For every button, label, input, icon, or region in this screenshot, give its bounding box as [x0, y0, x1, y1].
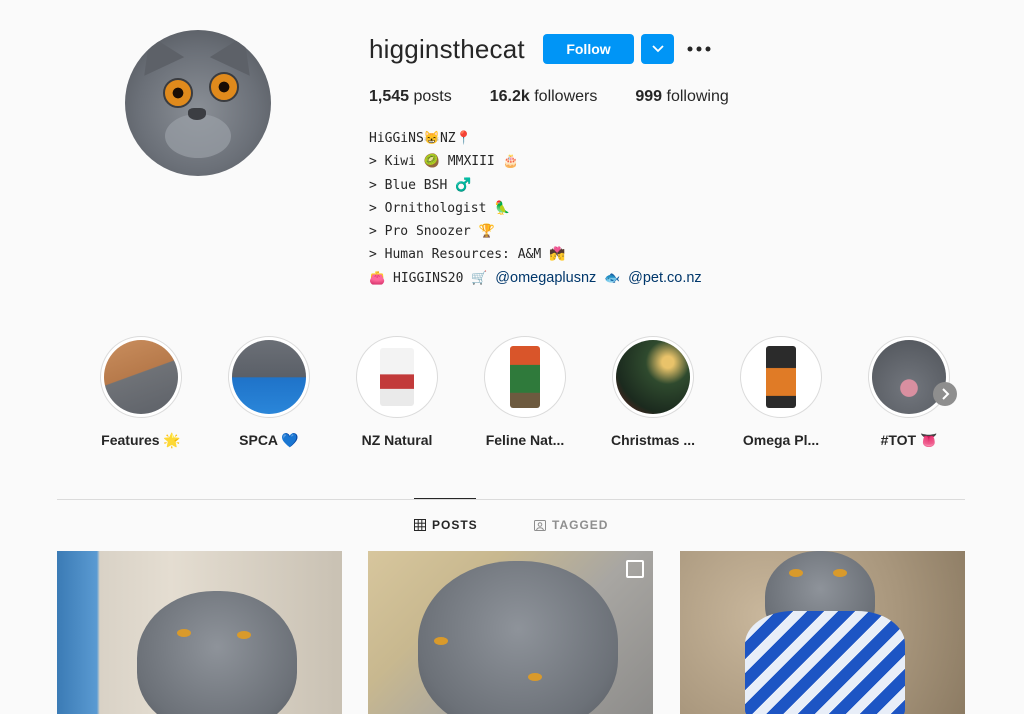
chevron-down-icon: [651, 45, 664, 53]
story-highlights: Features 🌟 SPCA 💙 NZ Natural Feline Nat.…: [96, 336, 976, 456]
highlight-features[interactable]: Features 🌟: [86, 336, 196, 449]
highlight-label: Christmas ...: [610, 432, 696, 448]
highlight-ring: [868, 336, 950, 418]
highlight-label: NZ Natural: [361, 432, 433, 448]
highlight-label: Omega Pl...: [742, 432, 820, 448]
profile-avatar[interactable]: [125, 30, 271, 176]
bio-line: 👛 HIGGINS20 🛒 @omegaplusnz 🐟 @pet.co.nz: [369, 267, 702, 290]
highlight-ring: [484, 336, 566, 418]
highlight-thumbnail: [616, 340, 690, 414]
highlight-thumbnail: [744, 340, 818, 414]
highlight-spca[interactable]: SPCA 💙: [214, 336, 324, 449]
highlight-ring: [100, 336, 182, 418]
highlight-ring: [612, 336, 694, 418]
highlight-label: #TOT 👅: [880, 432, 938, 448]
highlight-omega-plus[interactable]: Omega Pl...: [726, 336, 836, 448]
tab-tagged[interactable]: TAGGED: [534, 518, 608, 532]
bio-line: > Pro Snoozer 🏆: [369, 224, 495, 240]
more-options-button[interactable]: [686, 38, 712, 60]
cat-eye: [434, 637, 448, 645]
active-tab-indicator: [414, 498, 476, 499]
post-thumbnail[interactable]: [57, 551, 342, 714]
blue-scarf: [745, 611, 905, 714]
cat-photo: [418, 561, 618, 714]
profile-bio: HiGGiNS😸NZ📍 > Kiwi 🥝 MMXIII 🎂 > Blue BSH…: [369, 127, 702, 290]
cat-eye: [789, 569, 803, 577]
post-thumbnail[interactable]: [368, 551, 653, 714]
avatar-muzzle: [165, 114, 231, 158]
posts-count-value: 1,545: [369, 88, 410, 105]
highlight-christmas[interactable]: Christmas ...: [598, 336, 708, 448]
followers-link[interactable]: 16.2k followers: [490, 88, 598, 106]
highlight-ring: [228, 336, 310, 418]
highlight-nz-natural[interactable]: NZ Natural: [342, 336, 452, 448]
product-bag: [510, 346, 540, 408]
tagged-icon: [534, 520, 546, 531]
tab-posts-label: POSTS: [432, 518, 478, 532]
product-bag: [380, 348, 414, 406]
following-count-label: following: [662, 88, 729, 105]
cat-eye: [177, 629, 191, 637]
product-bag: [766, 346, 796, 408]
highlight-thumbnail: [104, 340, 178, 414]
avatar-nose: [188, 108, 206, 120]
bio-link-omegaplusnz[interactable]: @omegaplusnz: [495, 270, 596, 286]
highlight-label: Features 🌟: [101, 432, 181, 448]
username: higginsthecat: [369, 34, 525, 64]
suggestions-dropdown-button[interactable]: [641, 34, 674, 64]
following-count-value: 999: [635, 88, 663, 105]
more-horizontal-icon: [687, 46, 711, 52]
bio-line: HiGGiNS😸NZ📍: [369, 131, 472, 146]
highlight-thumbnail: [488, 340, 562, 414]
highlight-ring: [356, 336, 438, 418]
avatar-eye: [209, 72, 239, 102]
bio-link-petconz[interactable]: @pet.co.nz: [628, 270, 702, 286]
followers-count-label: followers: [529, 88, 598, 105]
avatar-eye: [163, 78, 193, 108]
follow-button[interactable]: Follow: [543, 34, 634, 64]
grid-icon: [414, 519, 426, 531]
highlight-thumbnail: [360, 340, 434, 414]
bio-line: > Ornithologist 🦜: [369, 200, 511, 216]
cat-eye: [833, 569, 847, 577]
highlight-feline-natural[interactable]: Feline Nat...: [470, 336, 580, 448]
highlight-thumbnail: [232, 340, 306, 414]
posts-count-label: posts: [409, 88, 452, 105]
highlight-thumbnail: [872, 340, 946, 414]
profile-stats: 1,545 posts 16.2k followers 999 followin…: [369, 88, 767, 106]
posts-count: 1,545 posts: [369, 88, 452, 106]
chevron-right-icon: [942, 388, 950, 400]
bio-promo-text: 👛 HIGGINS20 🛒: [369, 270, 496, 286]
highlight-ring: [740, 336, 822, 418]
avatar-ear: [129, 30, 185, 76]
tabs-divider: [57, 499, 965, 500]
highlight-label: Feline Nat...: [485, 432, 565, 448]
multiple-posts-icon: [626, 560, 644, 578]
cat-eye: [237, 631, 251, 639]
cat-photo: [137, 591, 297, 714]
tab-posts[interactable]: POSTS: [414, 518, 478, 532]
highlight-label: SPCA 💙: [239, 432, 299, 448]
tab-tagged-label: TAGGED: [552, 518, 609, 532]
bio-line: > Blue BSH ♂️: [369, 177, 472, 193]
bio-separator: 🐟: [596, 270, 629, 286]
followers-count-value: 16.2k: [489, 88, 530, 105]
bio-line: > Human Resources: A&M 💏: [369, 247, 566, 263]
highlights-next-button[interactable]: [933, 382, 957, 406]
post-thumbnail[interactable]: [680, 551, 965, 714]
following-link[interactable]: 999 following: [635, 88, 728, 106]
bio-line: > Kiwi 🥝 MMXIII 🎂: [369, 154, 519, 170]
cat-eye: [528, 673, 542, 681]
avatar-ear: [209, 30, 265, 76]
